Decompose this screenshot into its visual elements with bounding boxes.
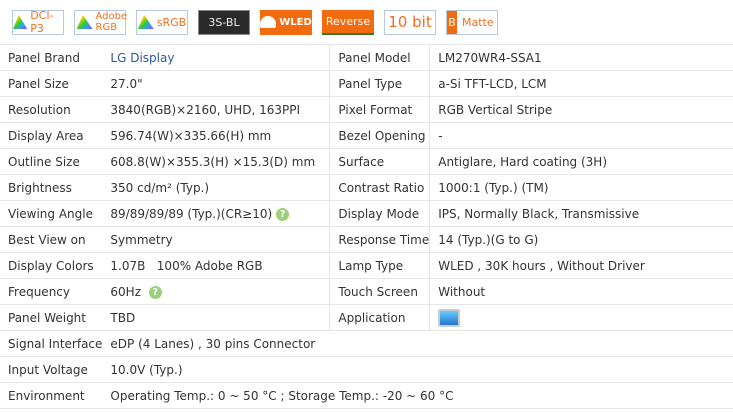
spec-value [429,304,733,331]
spec-label: Input Voltage [0,356,103,383]
spec-value: 3840(RGB)×2160, UHD, 163PPI [102,96,331,123]
frequency-value: 60Hz [110,284,141,299]
spec-label: Bezel Opening [329,122,431,149]
table-row: Frequency 60Hz ? Touch Screen Without [0,278,733,305]
badge-dci-p3: DCI-P3 [12,9,64,35]
spec-value: Symmetry [102,226,331,253]
spec-value: 14 (Typ.)(G to G) [429,226,733,253]
table-row: Input Voltage 10.0V (Typ.) [0,356,733,383]
badge-reverse: Reverse [322,9,374,35]
table-row: Resolution 3840(RGB)×2160, UHD, 163PPI P… [0,96,733,123]
table-row: Panel Brand LG Display Panel Model LM270… [0,44,733,71]
spec-label: Resolution [0,96,103,123]
spec-value: a-Si TFT-LCD, LCM [429,70,733,97]
spec-label: Panel Brand [0,44,103,71]
spec-value: IPS, Normally Black, Transmissive [429,200,733,227]
spec-label: Best View on [0,226,103,253]
spec-value: Operating Temp.: 0 ~ 50 °C ; Storage Tem… [102,382,733,409]
spec-value: 1.07B 100% Adobe RGB [102,252,331,279]
table-row: Signal Interface eDP (4 Lanes) , 30 pins… [0,330,733,357]
table-row: Viewing Angle 89/89/89/89 (Typ.)(CR≥10)?… [0,200,733,227]
feature-badges: DCI-P3 Adobe RGB sRGB 3S-BL WLED Reverse… [0,0,733,44]
color-gamut-triangle-icon [76,15,93,29]
spec-value: - [429,122,733,149]
led-icon [260,16,277,28]
badge-adobe-rgb: Adobe RGB [74,9,127,35]
table-row: Brightness 350 cd/m² (Typ.) Contrast Rat… [0,174,733,201]
spec-label: Display Area [0,122,103,149]
table-row: Display Area 596.74(W)×335.66(H) mm Beze… [0,122,733,149]
color-gamut-triangle-icon [137,15,154,29]
spec-label: Lamp Type [329,252,431,279]
spec-label: Panel Weight [0,304,103,331]
panel-model-link[interactable]: LM270WR4-SSA1 [429,44,733,71]
spec-label: Panel Model [329,44,431,71]
spec-value: 596.74(W)×335.66(H) mm [102,122,331,149]
help-icon[interactable]: ? [148,285,162,299]
spec-value: TBD [102,304,331,331]
spec-label: Brightness [0,174,103,201]
monitor-icon[interactable] [438,308,461,327]
spec-label: Application [329,304,431,331]
table-row: Display Colors 1.07B 100% Adobe RGB Lamp… [0,252,733,279]
spec-label: Pixel Format [329,96,431,123]
spec-value: 350 cd/m² (Typ.) [102,174,331,201]
help-icon[interactable]: ? [276,207,290,221]
spec-label: Panel Type [329,70,431,97]
table-row: Outline Size 608.8(W)×355.3(H) ×15.3(D) … [0,148,733,175]
spec-label: Display Colors [0,252,103,279]
spec-value: 1000:1 (Typ.) (TM) [429,174,733,201]
spec-value: 10.0V (Typ.) [102,356,733,383]
table-row: Panel Weight TBD Application [0,304,733,331]
spec-value: 89/89/89/89 (Typ.)(CR≥10)? [102,200,331,227]
badge-matte: B Matte [446,9,498,35]
spec-value: Antiglare, Hard coating (3H) [429,148,733,175]
spec-label: Environment [0,382,103,409]
spec-value: 27.0" [102,70,331,97]
color-gamut-triangle-icon [13,15,28,29]
spec-value: Without [429,278,733,305]
table-row: Panel Size 27.0" Panel Type a-Si TFT-LCD… [0,70,733,97]
spec-label: Touch Screen [329,278,431,305]
spec-label: Outline Size [0,148,103,175]
panel-brand-link[interactable]: LG Display [102,44,331,71]
table-row: Best View on Symmetry Response Time 14 (… [0,226,733,253]
spec-label: Viewing Angle [0,200,103,227]
spec-label: Signal Interface [0,330,103,357]
badge-wled: WLED [260,9,312,35]
spec-value: eDP (4 Lanes) , 30 pins Connector [102,330,733,357]
spec-label: Display Mode [329,200,431,227]
spec-value: 608.8(W)×355.3(H) ×15.3(D) mm [102,148,331,175]
spec-label: Panel Size [0,70,103,97]
table-row: Environment Operating Temp.: 0 ~ 50 °C ;… [0,382,733,409]
spec-value: RGB Vertical Stripe [429,96,733,123]
badge-srgb: sRGB [136,9,188,35]
badge-10-bit: 10 bit [384,9,436,35]
spec-label: Surface [329,148,431,175]
viewing-angle-value: 89/89/89/89 (Typ.)(CR≥10) [110,206,273,221]
spec-value: 60Hz ? [102,278,331,305]
spec-label: Contrast Ratio [329,174,431,201]
spec-label: Frequency [0,278,103,305]
spec-label: Response Time [329,226,431,253]
badge-3s-bl: 3S-BL [198,9,250,35]
spec-table: Panel Brand LG Display Panel Model LM270… [0,44,733,409]
spec-value: WLED , 30K hours , Without Driver [429,252,733,279]
